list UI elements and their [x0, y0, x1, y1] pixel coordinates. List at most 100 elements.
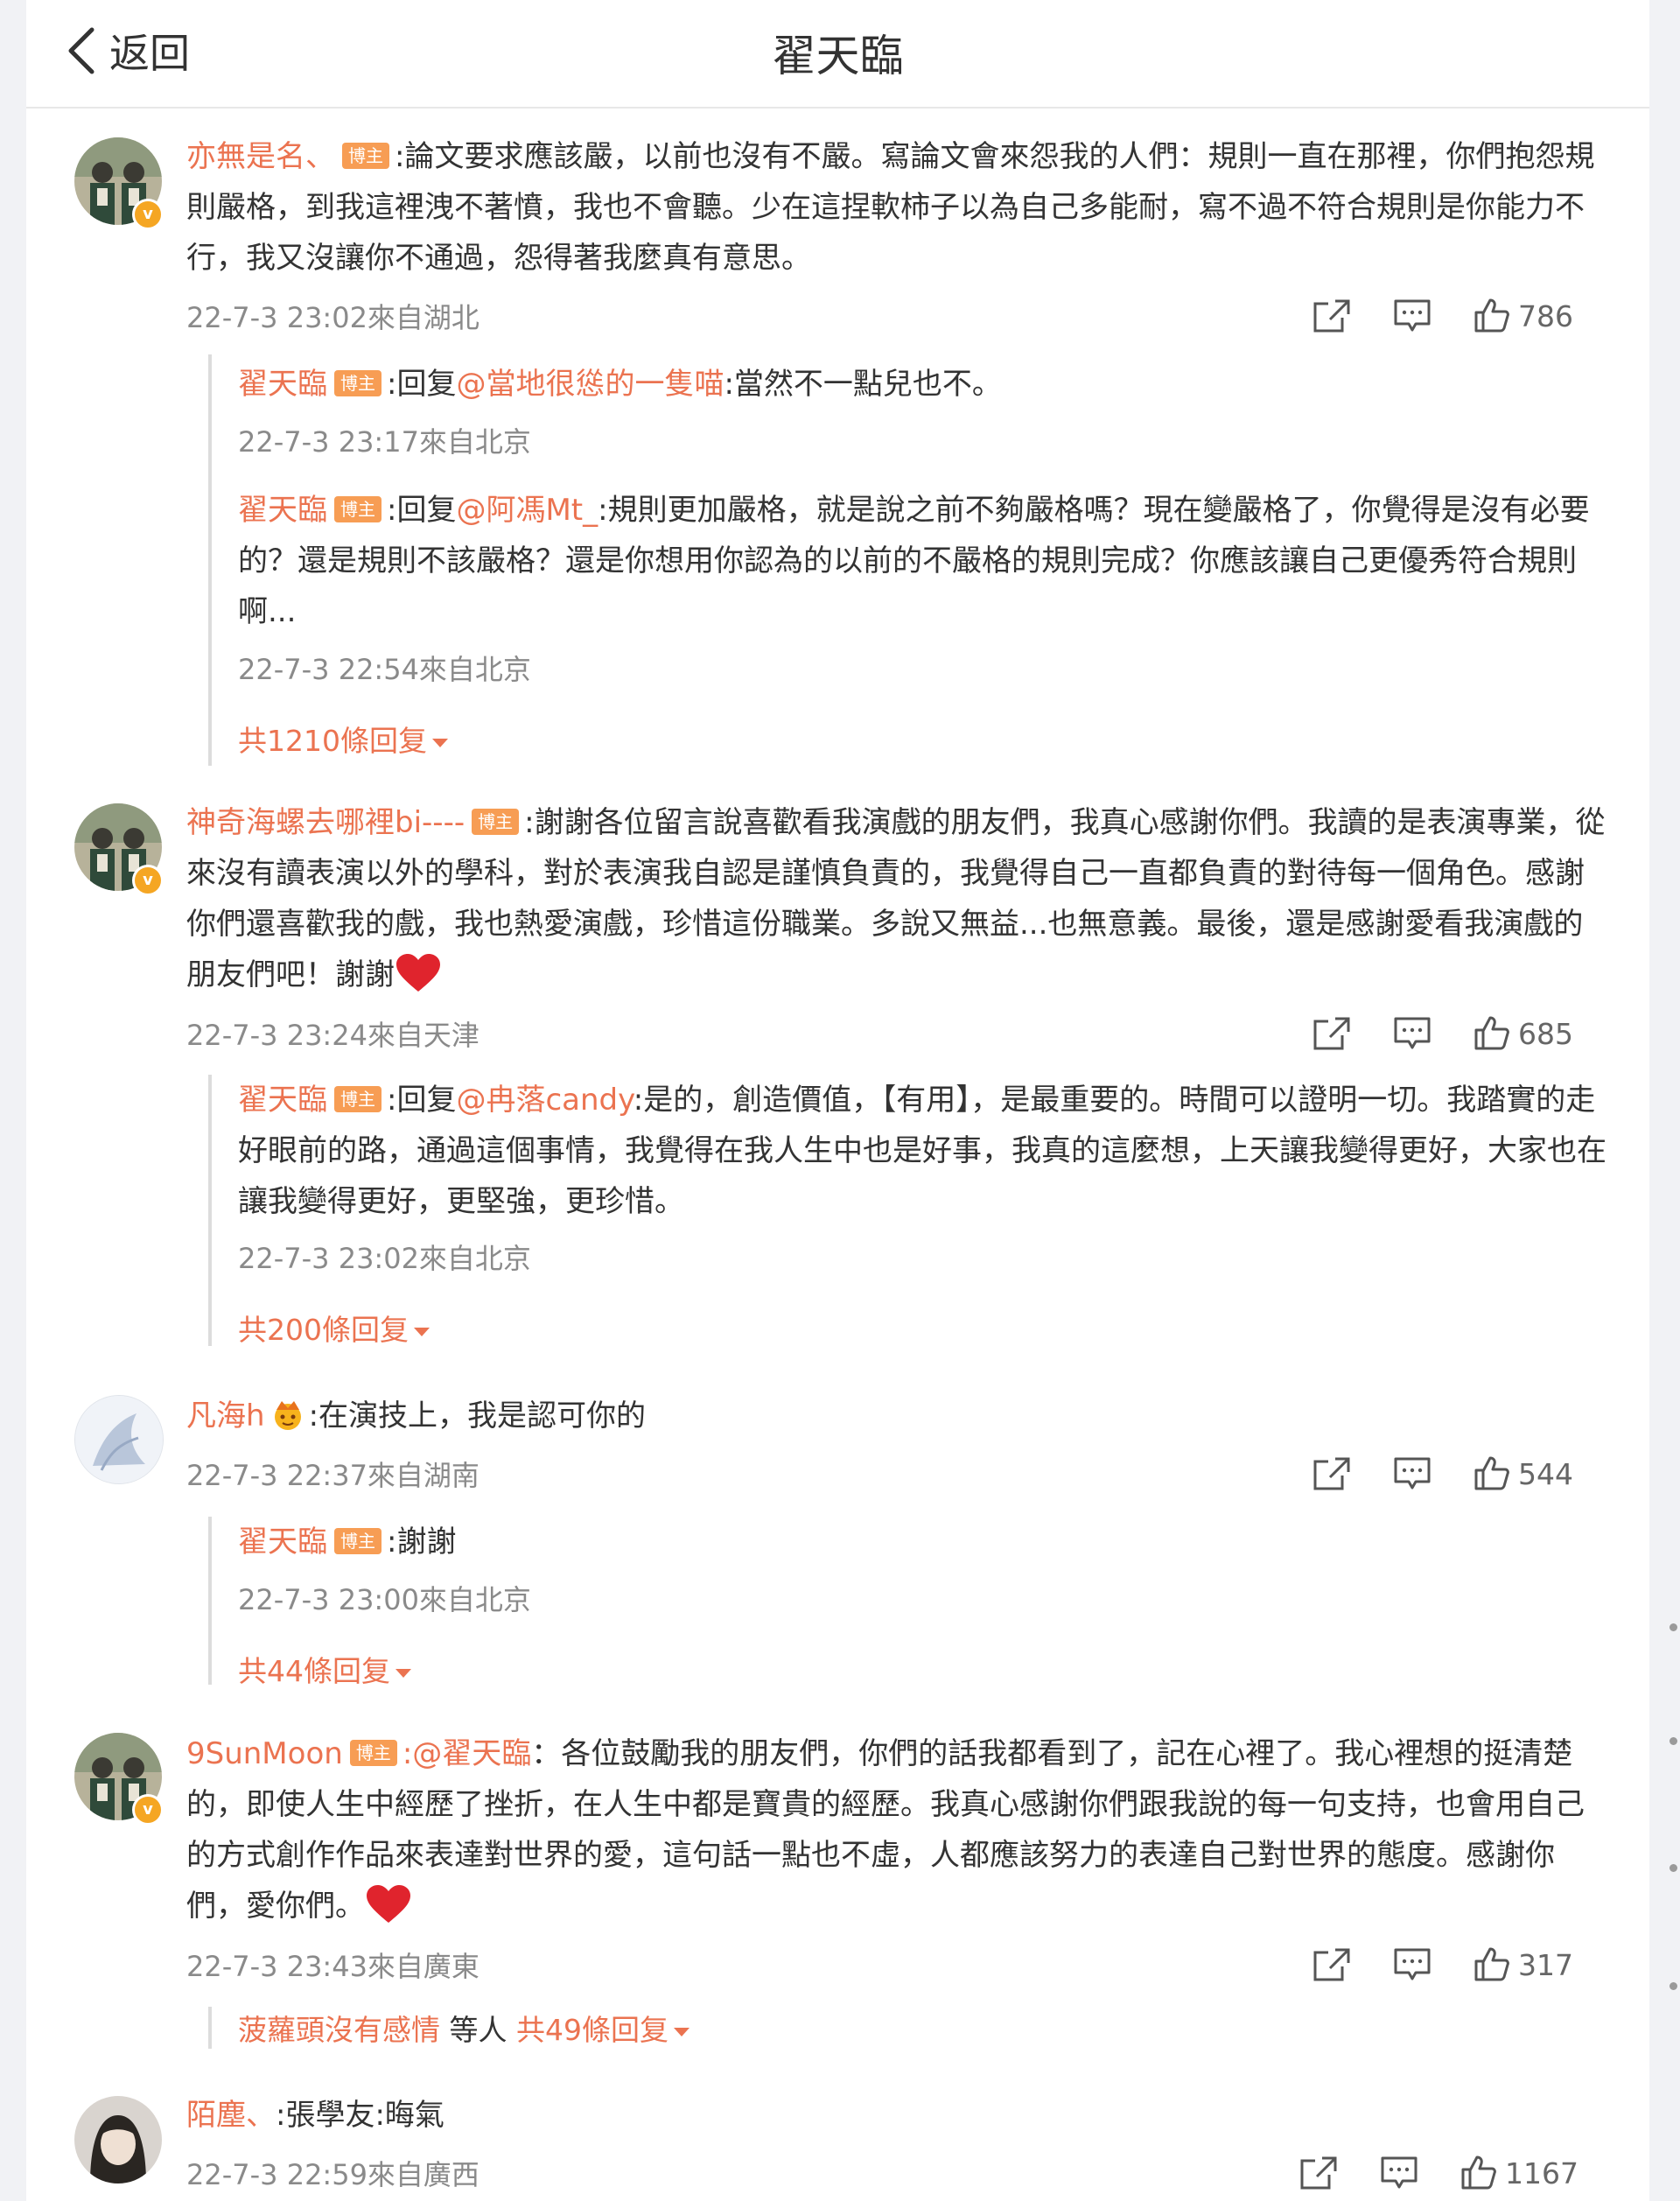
share-icon[interactable]: [1312, 1456, 1351, 1491]
comment-body: :在演技上，我是認可你的: [308, 1398, 647, 1433]
more-replies-label: 共49條回复: [515, 2013, 668, 2047]
reply-thread: 菠蘿頭沒有感情 等人 共49條回复: [208, 2007, 1616, 2049]
reply-prefix: :回复: [387, 1083, 457, 1118]
reply-thread: 翟天臨 博主:謝謝 22-7-3 23:00來自北京 共44條回复: [208, 1517, 1616, 1688]
reply-meta: 22-7-3 23:00來自北京: [238, 1583, 531, 1616]
reply-prefix: :回复: [387, 367, 457, 402]
thumbs-up-icon[interactable]: [1474, 1014, 1510, 1051]
reply-meta: 22-7-3 23:17來自北京: [238, 425, 531, 459]
like-count: 1167: [1505, 2156, 1578, 2190]
comment-text: 9SunMoon 博主:@翟天臨：各位鼓勵我的朋友們，你們的話我都看到了，記在心裡…: [186, 1728, 1613, 1931]
reply-mention[interactable]: @冉落candy: [456, 1083, 633, 1118]
more-replies-link[interactable]: 菠蘿頭沒有感情 等人 共49條回复: [238, 2007, 690, 2049]
reply-username[interactable]: 翟天臨: [238, 1083, 327, 1118]
reply-mention[interactable]: @當地很慫的一隻喵: [456, 367, 724, 402]
verified-badge-icon: v: [132, 865, 164, 896]
reply-username[interactable]: 翟天臨: [238, 367, 327, 402]
reply-username[interactable]: 翟天臨: [238, 493, 327, 528]
author-tag: 博主: [472, 809, 520, 835]
heart-icon: [396, 954, 440, 992]
comment-text: 凡海h :在演技上，我是認可你的: [186, 1391, 1613, 1441]
crown-icon: [274, 1401, 301, 1430]
author-tag: 博主: [334, 496, 382, 522]
reply-mention[interactable]: @阿馮Mt_: [456, 493, 598, 528]
thumbs-up-icon[interactable]: [1474, 297, 1510, 333]
reply-thread: 翟天臨 博主:回复@冉落candy:是的，創造價值，【有用】，是最重要的。時間可以…: [208, 1075, 1616, 1349]
share-icon[interactable]: [1312, 1947, 1351, 1982]
edge-dot: [1670, 1623, 1677, 1631]
more-replies-link[interactable]: 共1210條回复: [238, 718, 448, 760]
comment-icon[interactable]: [1393, 1016, 1432, 1051]
comment-meta: 22-7-3 22:37來自湖南: [186, 1459, 480, 1492]
comment-actions: 786: [1312, 294, 1628, 338]
comment-body: :論文要求應該嚴，以前也沒有不嚴。寫論文會來怨我的人們：規則一直在那裡，你們抱怨…: [186, 139, 1595, 276]
comment-icon[interactable]: [1380, 2155, 1418, 2190]
comment-meta: 22-7-3 22:59來自廣西: [186, 2158, 480, 2191]
comment-icon[interactable]: [1393, 298, 1432, 333]
more-replies-label: 共1210條回复: [238, 724, 427, 758]
author-tag: 博主: [334, 1528, 382, 1554]
comment-username[interactable]: 亦無是名、: [186, 139, 335, 174]
top-bar: 返回 翟天臨: [26, 0, 1649, 109]
more-replies-link[interactable]: 共44條回复: [238, 1648, 411, 1690]
comment-icon[interactable]: [1393, 1456, 1432, 1491]
reply-meta: 22-7-3 23:02來自北京: [238, 1242, 531, 1275]
comment-page: 返回 翟天臨 v 亦無是名、 博主:論文要求應該嚴，以前也沒有不嚴。寫論文會來怨我…: [26, 0, 1649, 2201]
reply-username[interactable]: 翟天臨: [238, 1525, 327, 1560]
reply-text: 翟天臨 博主:謝謝: [238, 1517, 1620, 1567]
reply-thread: 翟天臨 博主:回复@當地很慫的一隻喵:當然不一點兒也不。 22-7-3 23:17…: [208, 354, 1616, 766]
caret-down-icon: [414, 1328, 430, 1336]
thumbs-up-icon[interactable]: [1474, 1945, 1510, 1982]
comment-icon[interactable]: [1393, 1947, 1432, 1982]
reply-text: 翟天臨 博主:回复@阿馮Mt_:規則更加嚴格，就是說之前不夠嚴格嗎？現在變嚴格了，…: [238, 485, 1620, 637]
reply-text: 翟天臨 博主:回复@冉落candy:是的，創造價值，【有用】，是最重要的。時間可以…: [238, 1075, 1620, 1227]
comment-actions: 317: [1312, 1943, 1628, 1987]
comment-body: :張學友:晦氣: [276, 2098, 444, 2133]
caret-down-icon: [431, 739, 448, 747]
comment-username[interactable]: 凡海h: [186, 1398, 265, 1433]
author-tag: 博主: [334, 370, 382, 396]
share-icon[interactable]: [1312, 298, 1351, 333]
edge-dot: [1670, 1864, 1677, 1872]
comment-username[interactable]: 神奇海螺去哪裡bi----: [186, 805, 465, 840]
page-title: 翟天臨: [772, 31, 904, 81]
reply-text: 翟天臨 博主:回复@當地很慫的一隻喵:當然不一點兒也不。: [238, 359, 1620, 410]
comment-username[interactable]: 9SunMoon: [186, 1736, 343, 1771]
more-replies-link[interactable]: 共200條回复: [238, 1307, 430, 1349]
heart-icon: [367, 1885, 410, 1923]
reply-prefix: :回复: [387, 493, 457, 528]
caret-down-icon: [396, 1669, 411, 1678]
comment-username[interactable]: 陌塵、: [186, 2098, 276, 2133]
like-count: 544: [1518, 1457, 1573, 1491]
avatar[interactable]: [74, 1395, 164, 1484]
thumbs-up-icon[interactable]: [1474, 1454, 1510, 1491]
more-replies-mid: 等人: [440, 2013, 516, 2047]
comment-text: 神奇海螺去哪裡bi---- 博主:謝謝各位留言說喜歡看我演戲的朋友們，我真心感謝你…: [186, 797, 1613, 1000]
like-count: 685: [1518, 1017, 1573, 1051]
share-icon[interactable]: [1299, 2155, 1338, 2190]
comment-meta: 22-7-3 23:24來自天津: [186, 1019, 480, 1052]
share-icon[interactable]: [1312, 1016, 1351, 1051]
more-replies-label: 共44條回复: [238, 1654, 390, 1688]
comment-meta: 22-7-3 23:43來自廣東: [186, 1950, 480, 1983]
edge-dot: [1670, 1737, 1677, 1745]
more-replies-label: 共200條回复: [238, 1313, 409, 1347]
reply-body: :謝謝: [387, 1525, 457, 1560]
comment-text: 陌塵、:張學友:晦氣: [186, 2090, 1613, 2141]
edge-dot: [1670, 1982, 1677, 1990]
author-tag: 博主: [349, 1740, 397, 1766]
comment-mention[interactable]: :@翟天臨: [402, 1736, 531, 1771]
reply-body: :當然不一點兒也不。: [724, 367, 1002, 402]
like-count: 317: [1518, 1948, 1573, 1982]
comment-actions: 685: [1312, 1012, 1628, 1055]
author-tag: 博主: [342, 143, 389, 169]
comment-text: 亦無是名、 博主:論文要求應該嚴，以前也沒有不嚴。寫論文會來怨我的人們：規則一直在…: [186, 131, 1613, 284]
comment-actions: 1167: [1299, 2151, 1614, 2195]
more-replies-user[interactable]: 菠蘿頭沒有感情: [238, 2013, 440, 2047]
thumbs-up-icon[interactable]: [1460, 2154, 1497, 2190]
avatar[interactable]: [74, 2096, 162, 2183]
comment-actions: 544: [1312, 1452, 1628, 1496]
comment-meta: 22-7-3 23:02來自湖北: [186, 301, 480, 334]
author-tag: 博主: [334, 1086, 382, 1112]
reply-meta: 22-7-3 22:54來自北京: [238, 653, 531, 686]
